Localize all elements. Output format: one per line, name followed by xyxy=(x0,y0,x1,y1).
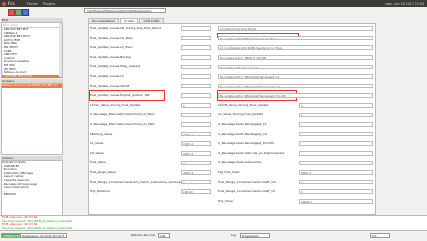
actions-tree: Outputs Controls - VARIABLES - Evolution … xyxy=(2,160,62,197)
field-label: Fuel_Jauge_Value xyxy=(90,170,116,174)
ecu-panel: ECU name - ABS-ESP 8BT-PDF - AIRBAG-1- AB… xyxy=(1,22,63,79)
screens-panel: Tableau de bord / CLUSTER_H31 B87_37 xyxy=(1,83,63,155)
log-select[interactable]: DiagSession xyxy=(240,233,270,238)
diag-session-field: DiagSession Ch 0x3C Pid 0x7F xyxy=(20,233,67,238)
field-label: LBackup_Value xyxy=(90,131,113,136)
field-label: Fuel_Update_Cause.LD_Plein xyxy=(90,35,133,40)
field-label: L2_Value_During_Fuel_Update xyxy=(218,112,263,117)
field-label: Fuel_Update_Cause.Engine_Ignition_ON xyxy=(90,93,150,98)
field-value xyxy=(299,141,373,146)
field-value: 5 xyxy=(299,112,373,118)
right-margin xyxy=(378,23,426,215)
field-label: C_Recalage.testo.Recalage@_LD xyxy=(218,131,267,136)
field-label: C_Recalage.testo.Vehicule_en_Deplacement xyxy=(218,150,285,155)
menu-bar: Fichier Plugins xyxy=(27,2,59,6)
status-bar: CONNECTED DiagSession Ch 0x3C Pid 0x7F R… xyxy=(0,230,427,241)
timer-field: 0.0 xyxy=(370,233,390,238)
clock: sam. juin 16 2017 21:04 xyxy=(385,1,424,6)
log-panel: ECM response : 6D 03 60 Sending request :… xyxy=(0,215,427,231)
field-label: LDmff_Value_During_Fuel_Update xyxy=(218,102,269,107)
field-label: L2min_Value_During_Fuel_Update xyxy=(90,102,141,107)
screen-item[interactable]: Tableau de bord / CLUSTER_H31 B87_37 xyxy=(2,83,62,88)
app-name: Fcs xyxy=(8,1,15,6)
action-item[interactable]: - EEPROM xyxy=(2,193,62,197)
field-label: Trip_Timer xyxy=(218,198,234,203)
ecu-item[interactable]: - CLUSTER_H31 87/17 xyxy=(2,74,62,79)
field-value xyxy=(181,55,211,60)
menu-plugins[interactable]: Plugins xyxy=(43,2,55,6)
field-label: C_Recalage.testo.Recalage@_L2 xyxy=(218,122,267,126)
field-value: 0 xyxy=(299,179,373,185)
field-label: C_Recalage.testo.Autonomie xyxy=(218,160,262,165)
refresh-rate-input[interactable]: 100 xyxy=(158,233,170,238)
field-label: Fuel_Update_Cause.Diag_request xyxy=(90,64,140,69)
field-value: LD without fuel flow failure xyxy=(218,26,373,31)
field-value: 196 km xyxy=(181,189,211,194)
field-value: L2 in initialized with PLEIN Seuil/Incal… xyxy=(218,45,373,50)
field-value: No update with C_DEFAUT_ACTIVE xyxy=(218,55,373,60)
ecu-scrollbar[interactable] xyxy=(59,23,62,77)
field-value xyxy=(181,45,211,50)
session-path-field[interactable]: /usr/Diagnost/Sessions/AutomatedDiagnost… xyxy=(84,8,166,13)
close-window-icon[interactable] xyxy=(1,1,6,6)
field-label: L2_Value xyxy=(90,141,104,146)
field-value: No update with diag request xyxy=(218,64,373,70)
field-label: Fuel_Range_Correction.testo.Coeff_int xyxy=(218,189,275,194)
field-label: Fuel_Update_Cause.L2 xyxy=(90,74,124,78)
main-window: /usr/Diagnost/Sessions/AutomatedDiagnost… xyxy=(0,7,427,241)
field-label: Fuel_Update_Cause.LDmff xyxy=(90,83,130,88)
field-value: 4000 ul xyxy=(181,170,211,175)
field-label: C_Recalage_Plein.testo.Seuil/Incal_L2_Pl… xyxy=(90,112,155,117)
field-value xyxy=(299,151,373,156)
field-label: LD_Value xyxy=(90,150,104,155)
field-value: 0 xyxy=(299,189,373,194)
field-label: C_Recalage_Plein.testo.Seuil/Incal_LD_Pl… xyxy=(90,122,156,126)
field-value: No update with C_RECALAGE Recalage@_LD xyxy=(218,83,373,89)
field-label: Fuel_Value xyxy=(90,160,106,165)
field-value xyxy=(299,131,373,137)
field-value: No update with C_RECALAGE Recalage@_L2 xyxy=(218,74,373,79)
demo-icon[interactable] xyxy=(22,8,29,16)
menu-fichier[interactable]: Fichier xyxy=(27,2,38,6)
screen-view: Fuel_Update_Cause.LD_during_fuel_flow_fa… xyxy=(88,23,376,215)
field-value: No update with C_RECALAGE Recalage@_Econ… xyxy=(218,93,373,98)
field-value xyxy=(181,93,211,98)
field-value: 4 l xyxy=(181,160,211,166)
field-value xyxy=(181,35,211,41)
field-label: Fuel_Range_Correction.testo.Km_Calcul_Au… xyxy=(90,179,184,184)
field-value: 00026 s xyxy=(299,199,373,204)
field-value: 1000 ul xyxy=(181,141,211,146)
connect-icon[interactable] xyxy=(8,8,15,16)
field-value xyxy=(299,122,373,127)
field-value: No update with PLEIN Seuil/Incal_LD_Plei… xyxy=(218,35,373,41)
field-value: 5 xyxy=(181,103,211,108)
field-value: 0 xyxy=(181,179,211,185)
field-value: 4000 ul xyxy=(181,131,211,137)
left-column: ECU ECU name - ABS-ESP 8BT-PDF - AIRBAG-1… xyxy=(0,18,64,230)
field-value xyxy=(181,122,211,127)
field-label: Fgt_Fuel_Used xyxy=(218,170,240,174)
scan-icon[interactable] xyxy=(15,8,22,16)
log-list: ECM response : 6D 03 60 Sending request :… xyxy=(0,215,427,230)
refresh-rate-label: Refresh rate (ms) xyxy=(130,233,157,238)
field-value xyxy=(181,112,211,118)
field-value xyxy=(299,160,373,166)
field-label: C_Recalage.testo.Recalage@_EconPC xyxy=(218,141,275,146)
field-value xyxy=(181,74,211,79)
field-label: Fuel_Update_Cause.LD_during_fuel_flow_fa… xyxy=(90,26,162,30)
field-label: Fuel_Update_Cause.Backup xyxy=(90,54,132,59)
field-value xyxy=(181,64,211,70)
ecu-list: - ABS-ESP 8BT-PDF - AIRBAG-1- ABS-ESP 8BT… xyxy=(2,27,62,79)
field-label: Fuel_Range_Correction.testo.Coeff_init xyxy=(218,179,276,184)
field-label: Trip_Distance xyxy=(90,189,110,194)
field-value: 0000 ul xyxy=(181,151,211,156)
field-value xyxy=(181,26,211,31)
field-label: Fuel_Update_Cause.L2_Plein xyxy=(90,45,133,50)
system-topbar: Fcs Fichier Plugins sam. juin 16 2017 21… xyxy=(0,0,427,7)
field-value: 0000 ul xyxy=(299,170,373,175)
field-value xyxy=(181,83,211,89)
field-value: 4 xyxy=(299,103,373,108)
log-label: Log xyxy=(230,233,237,238)
